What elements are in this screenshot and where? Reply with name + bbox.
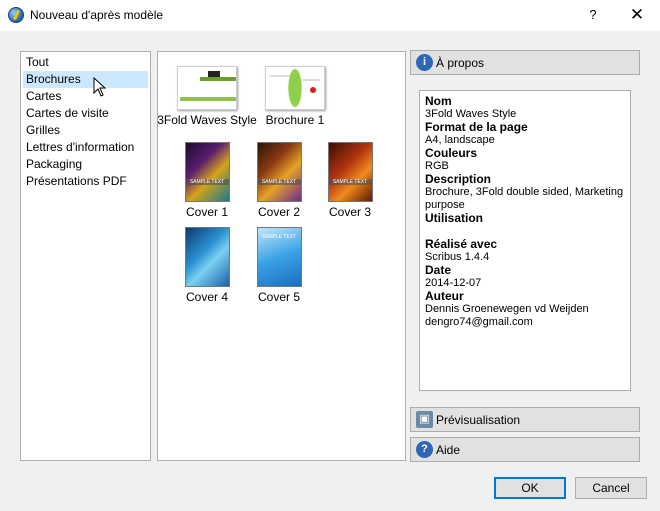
template-thumbnails: 3Fold Waves Style Brochure 1 SAMPLE TEXT Co… — [157, 51, 406, 461]
template-label: Brochure 1 — [265, 113, 325, 127]
template-thumb[interactable]: SAMPLE TEXT Cover 3 — [309, 142, 391, 219]
cover-preview-image: SAMPLE TEXT — [327, 142, 373, 202]
title-bar: Nouveau d'après modèle ? ✕ — [0, 0, 660, 31]
template-label: Cover 1 — [185, 205, 229, 219]
cancel-button[interactable]: Cancel — [575, 477, 647, 499]
info-value: Dennis Groenewegen vd Weijden dengro74@g… — [425, 303, 589, 328]
template-thumb[interactable]: Brochure 1 — [254, 66, 336, 127]
category-item[interactable]: Grilles — [21, 122, 150, 139]
category-item[interactable]: Packaging — [21, 156, 150, 173]
info-key: Nom — [425, 94, 452, 108]
cover-preview-image — [184, 227, 230, 287]
info-key: Couleurs — [425, 146, 478, 160]
info-key: Description — [425, 172, 492, 186]
mouse-cursor-icon — [93, 77, 107, 97]
category-item[interactable]: Brochures — [23, 71, 148, 88]
scribus-app-icon — [8, 7, 24, 23]
category-item[interactable]: Présentations PDF — [21, 173, 150, 190]
template-label: 3Fold Waves Style — [157, 113, 257, 127]
template-info-panel: Nom 3Fold Waves Style Format de la page A4,… — [419, 90, 631, 391]
preview-button-label: Prévisualisation — [436, 413, 521, 427]
category-list[interactable]: Tout Brochures Cartes Cartes de visite Grill… — [20, 51, 151, 461]
brochure-preview-image — [177, 66, 237, 110]
info-value: Brochure, 3Fold double sided, Marketing … — [425, 186, 624, 211]
help-button[interactable]: ? Aide — [410, 437, 640, 462]
template-label: Cover 2 — [257, 205, 301, 219]
template-label: Cover 5 — [257, 290, 301, 304]
question-icon: ? — [416, 441, 433, 458]
cover-preview-image: SAMPLE TEXT — [184, 142, 230, 202]
info-value: Scribus 1.4.4 — [425, 251, 490, 263]
red-dot-graphic — [310, 87, 316, 93]
cover-sample-text: SAMPLE TEXT — [261, 234, 297, 240]
help-button-label: Aide — [436, 443, 461, 457]
info-key: Auteur — [425, 289, 464, 303]
cover-sample-text: SAMPLE TEXT — [328, 179, 372, 185]
help-title-button[interactable]: ? — [580, 4, 606, 26]
image-icon: ▣ — [416, 411, 433, 428]
cover-sample-text: SAMPLE TEXT — [185, 179, 229, 185]
window-title: Nouveau d'après modèle — [30, 8, 164, 22]
template-thumb[interactable]: SAMPLE TEXT Cover 5 — [238, 227, 320, 304]
category-item[interactable]: Tout — [21, 54, 150, 71]
template-thumb[interactable]: 3Fold Waves Style — [157, 66, 257, 127]
about-button-label: À propos — [436, 56, 485, 70]
category-item[interactable]: Cartes — [21, 88, 150, 105]
category-item[interactable]: Lettres d'information — [21, 139, 150, 156]
info-key: Utilisation — [425, 211, 484, 225]
cover-preview-image: SAMPLE TEXT — [256, 142, 302, 202]
close-icon[interactable]: ✕ — [622, 4, 652, 26]
preview-button[interactable]: ▣ Prévisualisation — [410, 407, 640, 432]
info-key: Format de la page — [425, 120, 528, 134]
cover-sample-text: SAMPLE TEXT — [257, 179, 301, 185]
category-item[interactable]: Cartes de visite — [21, 105, 150, 122]
template-label: Cover 3 — [328, 205, 372, 219]
brochure-preview-image — [265, 66, 325, 110]
template-thumb[interactable]: Cover 4 — [166, 227, 248, 304]
ok-button[interactable]: OK — [494, 477, 566, 499]
info-key: Réalisé avec — [425, 237, 498, 251]
info-key: Date — [425, 263, 452, 277]
cover-preview-image: SAMPLE TEXT — [256, 227, 302, 287]
about-button[interactable]: i À propos — [410, 50, 640, 75]
template-thumb[interactable]: SAMPLE TEXT Cover 2 — [238, 142, 320, 219]
info-icon: i — [416, 54, 433, 71]
template-label: Cover 4 — [185, 290, 229, 304]
template-thumb[interactable]: SAMPLE TEXT Cover 1 — [166, 142, 248, 219]
